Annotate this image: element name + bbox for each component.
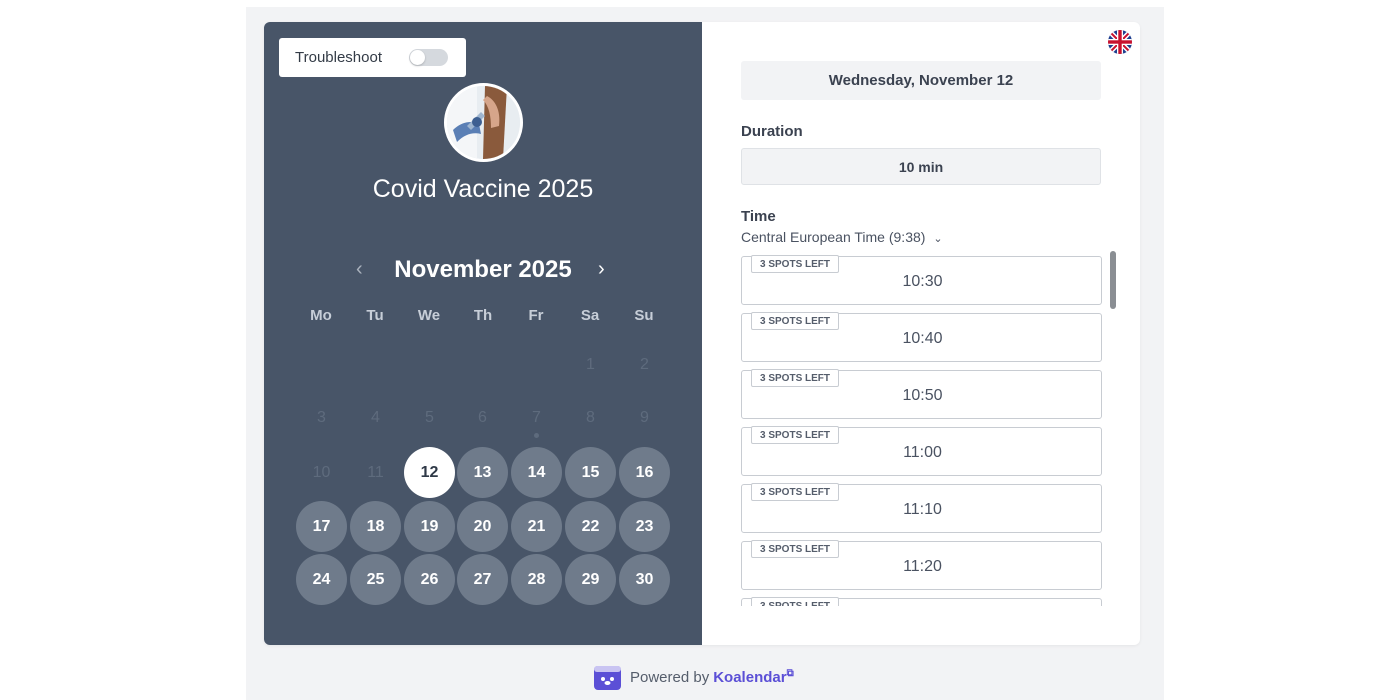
time-slot-time: 10:40 bbox=[902, 330, 943, 347]
calendar-day-selected[interactable]: 12 bbox=[404, 447, 455, 498]
time-slot[interactable]: 3 SPOTS LEFT 10:50 bbox=[741, 369, 1102, 419]
calendar-day-disabled: 3 bbox=[317, 408, 326, 426]
time-slot-time: 10:30 bbox=[902, 273, 943, 290]
duration-label: Duration bbox=[741, 123, 803, 140]
calendar-day[interactable]: 17 bbox=[296, 501, 347, 552]
calendar-day[interactable]: 15 bbox=[565, 447, 616, 498]
calendar-day-disabled: 11 bbox=[367, 463, 384, 481]
calendar-day-disabled: 8 bbox=[586, 408, 595, 426]
spots-left-badge: 3 SPOTS LEFT bbox=[751, 369, 840, 387]
spots-left-badge: 3 SPOTS LEFT bbox=[751, 255, 840, 273]
calendar-day[interactable]: 13 bbox=[457, 447, 508, 498]
external-link-icon: ⧉ bbox=[786, 668, 794, 679]
calendar-day[interactable]: 25 bbox=[350, 554, 401, 605]
calendar-day[interactable]: 22 bbox=[565, 501, 616, 552]
powered-by-footer: Powered by Koalendar⧉ bbox=[594, 664, 794, 690]
chevron-right-icon[interactable]: › bbox=[598, 258, 605, 281]
calendar-day[interactable]: 27 bbox=[457, 554, 508, 605]
spots-left-badge: 3 SPOTS LEFT bbox=[751, 426, 840, 444]
selected-date-header: Wednesday, November 12 bbox=[741, 61, 1101, 100]
toggle-knob bbox=[410, 50, 425, 65]
timezone-selector[interactable]: Central European Time (9:38) ⌄ bbox=[741, 229, 943, 245]
calendar-day[interactable]: 26 bbox=[404, 554, 455, 605]
troubleshoot-box: Troubleshoot bbox=[279, 38, 466, 77]
time-slot-list[interactable]: 3 SPOTS LEFT 10:30 3 SPOTS LEFT 10:40 3 … bbox=[741, 250, 1103, 606]
calendar-day-disabled: 9 bbox=[640, 408, 649, 426]
time-slot-time: 11:10 bbox=[903, 501, 942, 518]
calendar-day[interactable]: 23 bbox=[619, 501, 670, 552]
event-title: Covid Vaccine 2025 bbox=[372, 175, 594, 203]
calendar-day[interactable]: 30 bbox=[619, 554, 670, 605]
troubleshoot-toggle[interactable] bbox=[409, 49, 448, 66]
calendar-day[interactable]: 14 bbox=[511, 447, 562, 498]
weekday-header: We bbox=[417, 307, 441, 324]
time-slot-time: 11:20 bbox=[903, 558, 942, 575]
time-slot[interactable]: 3 SPOTS LEFT 10:40 bbox=[741, 312, 1102, 362]
calendar-day[interactable]: 24 bbox=[296, 554, 347, 605]
koalendar-link[interactable]: Koalendar⧉ bbox=[713, 668, 794, 686]
calendar-day[interactable]: 18 bbox=[350, 501, 401, 552]
calendar-day-disabled: 5 bbox=[425, 408, 434, 426]
weekday-header: Su bbox=[634, 307, 654, 324]
calendar-day[interactable]: 20 bbox=[457, 501, 508, 552]
time-slot[interactable]: 3 SPOTS LEFT bbox=[741, 597, 1102, 606]
today-indicator-dot bbox=[534, 433, 539, 438]
time-slot-scrollbar[interactable] bbox=[1110, 251, 1116, 309]
koalendar-logo-icon bbox=[594, 666, 621, 690]
time-slot-time: 11:00 bbox=[903, 444, 942, 461]
time-slot-time: 10:50 bbox=[902, 387, 943, 404]
weekday-header: Sa bbox=[580, 307, 600, 324]
weekday-header: Mo bbox=[310, 307, 332, 324]
duration-option[interactable]: 10 min bbox=[741, 148, 1101, 185]
calendar-day[interactable]: 29 bbox=[565, 554, 616, 605]
event-avatar bbox=[444, 83, 523, 162]
calendar-day-disabled: 6 bbox=[478, 408, 487, 426]
time-slot[interactable]: 3 SPOTS LEFT 11:20 bbox=[741, 540, 1102, 590]
month-navigator: ‹ November 2025 › bbox=[264, 254, 702, 284]
calendar-day[interactable]: 16 bbox=[619, 447, 670, 498]
spots-left-badge: 3 SPOTS LEFT bbox=[751, 597, 840, 606]
time-slot[interactable]: 3 SPOTS LEFT 10:30 bbox=[741, 255, 1102, 305]
uk-flag-icon[interactable] bbox=[1108, 30, 1132, 54]
calendar-day-disabled: 1 bbox=[586, 355, 595, 373]
calendar-day-disabled: 2 bbox=[640, 355, 649, 373]
calendar-day[interactable]: 19 bbox=[404, 501, 455, 552]
month-label: November 2025 bbox=[394, 256, 572, 283]
chevron-down-icon: ⌄ bbox=[933, 233, 943, 245]
timezone-label: Central European Time (9:38) bbox=[741, 229, 926, 245]
powered-by-text: Powered by bbox=[630, 668, 710, 686]
weekday-header: Tu bbox=[366, 307, 384, 324]
troubleshoot-label: Troubleshoot bbox=[295, 49, 382, 66]
event-panel: Troubleshoot Covid Vaccine 2025 ‹ Novemb… bbox=[264, 22, 702, 645]
time-slot[interactable]: 3 SPOTS LEFT 11:10 bbox=[741, 483, 1102, 533]
brand-name: Koalendar bbox=[713, 669, 787, 686]
spots-left-badge: 3 SPOTS LEFT bbox=[751, 483, 840, 501]
weekday-header: Fr bbox=[528, 307, 544, 324]
calendar-day-disabled: 4 bbox=[371, 408, 380, 426]
calendar-day[interactable]: 28 bbox=[511, 554, 562, 605]
spots-left-badge: 3 SPOTS LEFT bbox=[751, 540, 840, 558]
time-label: Time bbox=[741, 208, 776, 225]
time-slot[interactable]: 3 SPOTS LEFT 11:00 bbox=[741, 426, 1102, 476]
calendar-day[interactable]: 21 bbox=[511, 501, 562, 552]
calendar-day-disabled: 10 bbox=[312, 463, 331, 481]
weekday-header: Th bbox=[473, 307, 493, 324]
spots-left-badge: 3 SPOTS LEFT bbox=[751, 312, 840, 330]
